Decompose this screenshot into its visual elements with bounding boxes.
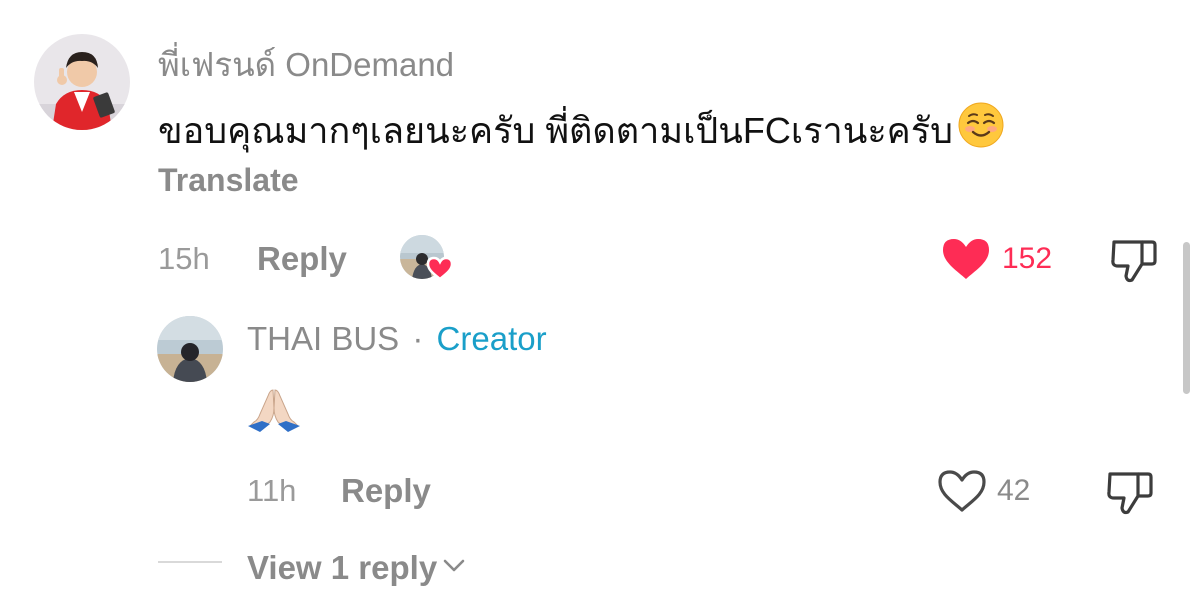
folded-hands-emoji-icon <box>246 388 302 432</box>
separator-dot: · <box>412 320 424 357</box>
reply-like-heart-icon[interactable] <box>937 469 987 513</box>
reply-author-name[interactable]: THAI BUS <box>247 320 399 357</box>
comment-timestamp: 15h <box>158 241 210 276</box>
comment-text: ขอบคุณมากๆเลยนะครับ พี่ติดตามเป็นFCเรานะ… <box>158 110 953 151</box>
scrollbar[interactable] <box>1183 242 1190 394</box>
reply-author-line: THAI BUS · Creator <box>247 320 547 358</box>
reply-reply-button[interactable]: Reply <box>341 472 431 510</box>
comment-thread: พี่เฟรนด์ OnDemand ขอบคุณมากๆเลยนะครับ พ… <box>0 0 1199 601</box>
view-replies-label: View 1 reply <box>247 549 438 586</box>
comment-reply-button[interactable]: Reply <box>257 240 347 278</box>
commenter-name[interactable]: พี่เฟรนด์ OnDemand <box>158 38 454 91</box>
translate-link[interactable]: Translate <box>158 162 299 199</box>
reply-like-count: 42 <box>997 474 1031 507</box>
comment-like-heart-icon[interactable] <box>941 237 991 281</box>
comment-body: ขอบคุณมากๆเลยนะครับ พี่ติดตามเป็นFCเรานะ… <box>158 101 1005 159</box>
comment-like-count: 152 <box>1002 242 1053 275</box>
chevron-down-icon <box>443 543 465 581</box>
creator-liked-heart-icon <box>426 255 454 281</box>
reply-avatar[interactable] <box>157 316 223 382</box>
reply-dislike-icon[interactable] <box>1104 468 1154 516</box>
reply-timestamp: 11h <box>247 473 297 508</box>
creator-badge: Creator <box>436 320 547 357</box>
relieved-smile-emoji-icon <box>957 101 1005 149</box>
comment-dislike-icon[interactable] <box>1108 236 1158 284</box>
commenter-avatar[interactable] <box>34 34 130 130</box>
view-replies-divider <box>158 561 222 563</box>
view-replies-button[interactable]: View 1 reply <box>247 543 465 587</box>
